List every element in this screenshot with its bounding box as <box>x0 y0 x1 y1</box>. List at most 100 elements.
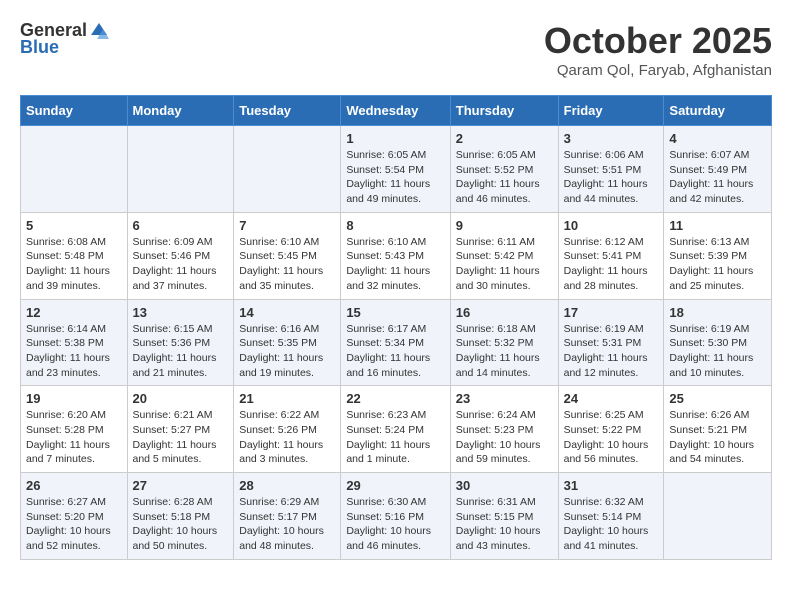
calendar-cell: 25 Sunrise: 6:26 AMSunset: 5:21 PMDayligh… <box>664 386 772 473</box>
calendar-cell: 20Sunrise: 6:21 AMSunset: 5:27 PMDayligh… <box>127 386 234 473</box>
day-number: 31 <box>564 478 659 493</box>
day-number: 27 <box>133 478 229 493</box>
calendar-week-5: 26Sunrise: 6:27 AMSunset: 5:20 PMDayligh… <box>21 473 772 560</box>
calendar-week-3: 12 Sunrise: 6:14 AMSunset: 5:38 PMDayligh… <box>21 299 772 386</box>
calendar-cell: 5Sunrise: 6:08 AMSunset: 5:48 PMDaylight… <box>21 212 128 299</box>
calendar-cell: 21Sunrise: 6:22 AMSunset: 5:26 PMDayligh… <box>234 386 341 473</box>
day-info: Sunrise: 6:12 AMSunset: 5:41 PMDaylight:… <box>564 235 659 294</box>
calendar-cell: 6 Sunrise: 6:09 AMSunset: 5:46 PMDaylight… <box>127 212 234 299</box>
day-info: Sunrise: 6:25 AMSunset: 5:22 PMDaylight:… <box>564 408 659 467</box>
day-number: 11 <box>669 218 766 233</box>
calendar-cell: 12 Sunrise: 6:14 AMSunset: 5:38 PMDayligh… <box>21 299 128 386</box>
day-info: Sunrise: 6:05 AMSunset: 5:52 PMDaylight:… <box>456 148 553 207</box>
day-number: 13 <box>133 305 229 320</box>
calendar-table: SundayMondayTuesdayWednesdayThursdayFrid… <box>20 95 772 560</box>
calendar-cell: 29Sunrise: 6:30 AMSunset: 5:16 PMDayligh… <box>341 473 450 560</box>
weekday-header-monday: Monday <box>127 96 234 126</box>
day-info: Sunrise: 6:22 AMSunset: 5:26 PMDaylight:… <box>239 408 335 467</box>
calendar-week-4: 19 Sunrise: 6:20 AMSunset: 5:28 PMDayligh… <box>21 386 772 473</box>
weekday-header-saturday: Saturday <box>664 96 772 126</box>
weekday-header-thursday: Thursday <box>450 96 558 126</box>
day-number: 8 <box>346 218 444 233</box>
calendar-cell: 9 Sunrise: 6:11 AMSunset: 5:42 PMDaylight… <box>450 212 558 299</box>
day-info: Sunrise: 6:13 AMSunset: 5:39 PMDaylight:… <box>669 235 766 294</box>
calendar-cell: 18 Sunrise: 6:19 AMSunset: 5:30 PMDayligh… <box>664 299 772 386</box>
page-header: General Blue October 2025 Qaram Qol, Far… <box>20 20 772 79</box>
calendar-week-2: 5Sunrise: 6:08 AMSunset: 5:48 PMDaylight… <box>21 212 772 299</box>
calendar-cell: 7Sunrise: 6:10 AMSunset: 5:45 PMDaylight… <box>234 212 341 299</box>
day-info: Sunrise: 6:30 AMSunset: 5:16 PMDaylight:… <box>346 495 444 554</box>
day-number: 9 <box>456 218 553 233</box>
day-info: Sunrise: 6:26 AMSunset: 5:21 PMDaylight:… <box>669 408 766 467</box>
day-info: Sunrise: 6:32 AMSunset: 5:14 PMDaylight:… <box>564 495 659 554</box>
calendar-week-1: 1 Sunrise: 6:05 AMSunset: 5:54 PMDaylight… <box>21 126 772 213</box>
day-info: Sunrise: 6:29 AMSunset: 5:17 PMDaylight:… <box>239 495 335 554</box>
calendar-cell: 27 Sunrise: 6:28 AMSunset: 5:18 PMDayligh… <box>127 473 234 560</box>
day-info: Sunrise: 6:05 AMSunset: 5:54 PMDaylight:… <box>346 148 444 207</box>
day-info: Sunrise: 6:06 AMSunset: 5:51 PMDaylight:… <box>564 148 659 207</box>
calendar-cell: 17 Sunrise: 6:19 AMSunset: 5:31 PMDayligh… <box>558 299 664 386</box>
day-number: 22 <box>346 391 444 406</box>
day-number: 14 <box>239 305 335 320</box>
weekday-header-tuesday: Tuesday <box>234 96 341 126</box>
day-number: 16 <box>456 305 553 320</box>
logo-icon <box>89 21 109 41</box>
calendar-cell: 2Sunrise: 6:05 AMSunset: 5:52 PMDaylight… <box>450 126 558 213</box>
weekday-header-wednesday: Wednesday <box>341 96 450 126</box>
calendar-cell <box>664 473 772 560</box>
day-number: 19 <box>26 391 122 406</box>
day-info: Sunrise: 6:16 AMSunset: 5:35 PMDaylight:… <box>239 322 335 381</box>
calendar-cell: 8 Sunrise: 6:10 AMSunset: 5:43 PMDaylight… <box>341 212 450 299</box>
month-title: October 2025 <box>544 20 772 62</box>
day-info: Sunrise: 6:10 AMSunset: 5:43 PMDaylight:… <box>346 235 444 294</box>
calendar-cell <box>127 126 234 213</box>
calendar-cell: 14 Sunrise: 6:16 AMSunset: 5:35 PMDayligh… <box>234 299 341 386</box>
location: Qaram Qol, Faryab, Afghanistan <box>544 62 772 79</box>
calendar-cell: 31 Sunrise: 6:32 AMSunset: 5:14 PMDayligh… <box>558 473 664 560</box>
day-info: Sunrise: 6:31 AMSunset: 5:15 PMDaylight:… <box>456 495 553 554</box>
day-number: 7 <box>239 218 335 233</box>
day-number: 4 <box>669 131 766 146</box>
weekday-header-friday: Friday <box>558 96 664 126</box>
day-number: 28 <box>239 478 335 493</box>
day-number: 25 <box>669 391 766 406</box>
calendar-cell: 13 Sunrise: 6:15 AMSunset: 5:36 PMDayligh… <box>127 299 234 386</box>
logo: General Blue <box>20 20 109 58</box>
day-number: 10 <box>564 218 659 233</box>
day-info: Sunrise: 6:07 AMSunset: 5:49 PMDaylight:… <box>669 148 766 207</box>
day-number: 1 <box>346 131 444 146</box>
calendar-cell: 11 Sunrise: 6:13 AMSunset: 5:39 PMDayligh… <box>664 212 772 299</box>
day-number: 15 <box>346 305 444 320</box>
calendar-cell <box>21 126 128 213</box>
day-info: Sunrise: 6:20 AMSunset: 5:28 PMDaylight:… <box>26 408 122 467</box>
day-info: Sunrise: 6:19 AMSunset: 5:31 PMDaylight:… <box>564 322 659 381</box>
calendar-cell: 30Sunrise: 6:31 AMSunset: 5:15 PMDayligh… <box>450 473 558 560</box>
day-info: Sunrise: 6:18 AMSunset: 5:32 PMDaylight:… <box>456 322 553 381</box>
calendar-cell <box>234 126 341 213</box>
day-number: 6 <box>133 218 229 233</box>
calendar-cell: 28 Sunrise: 6:29 AMSunset: 5:17 PMDayligh… <box>234 473 341 560</box>
day-number: 18 <box>669 305 766 320</box>
day-info: Sunrise: 6:11 AMSunset: 5:42 PMDaylight:… <box>456 235 553 294</box>
day-number: 20 <box>133 391 229 406</box>
calendar-cell: 23Sunrise: 6:24 AMSunset: 5:23 PMDayligh… <box>450 386 558 473</box>
day-info: Sunrise: 6:09 AMSunset: 5:46 PMDaylight:… <box>133 235 229 294</box>
weekday-header-row: SundayMondayTuesdayWednesdayThursdayFrid… <box>21 96 772 126</box>
day-info: Sunrise: 6:24 AMSunset: 5:23 PMDaylight:… <box>456 408 553 467</box>
day-number: 12 <box>26 305 122 320</box>
calendar-cell: 15Sunrise: 6:17 AMSunset: 5:34 PMDayligh… <box>341 299 450 386</box>
calendar-cell: 16 Sunrise: 6:18 AMSunset: 5:32 PMDayligh… <box>450 299 558 386</box>
day-number: 17 <box>564 305 659 320</box>
day-info: Sunrise: 6:15 AMSunset: 5:36 PMDaylight:… <box>133 322 229 381</box>
calendar-cell: 22 Sunrise: 6:23 AMSunset: 5:24 PMDayligh… <box>341 386 450 473</box>
logo-blue-text: Blue <box>20 37 59 58</box>
day-info: Sunrise: 6:19 AMSunset: 5:30 PMDaylight:… <box>669 322 766 381</box>
calendar-cell: 19 Sunrise: 6:20 AMSunset: 5:28 PMDayligh… <box>21 386 128 473</box>
calendar-cell: 3Sunrise: 6:06 AMSunset: 5:51 PMDaylight… <box>558 126 664 213</box>
calendar-cell: 1 Sunrise: 6:05 AMSunset: 5:54 PMDaylight… <box>341 126 450 213</box>
title-block: October 2025 Qaram Qol, Faryab, Afghanis… <box>544 20 772 79</box>
day-info: Sunrise: 6:14 AMSunset: 5:38 PMDaylight:… <box>26 322 122 381</box>
day-info: Sunrise: 6:28 AMSunset: 5:18 PMDaylight:… <box>133 495 229 554</box>
day-info: Sunrise: 6:23 AMSunset: 5:24 PMDaylight:… <box>346 408 444 467</box>
day-info: Sunrise: 6:08 AMSunset: 5:48 PMDaylight:… <box>26 235 122 294</box>
